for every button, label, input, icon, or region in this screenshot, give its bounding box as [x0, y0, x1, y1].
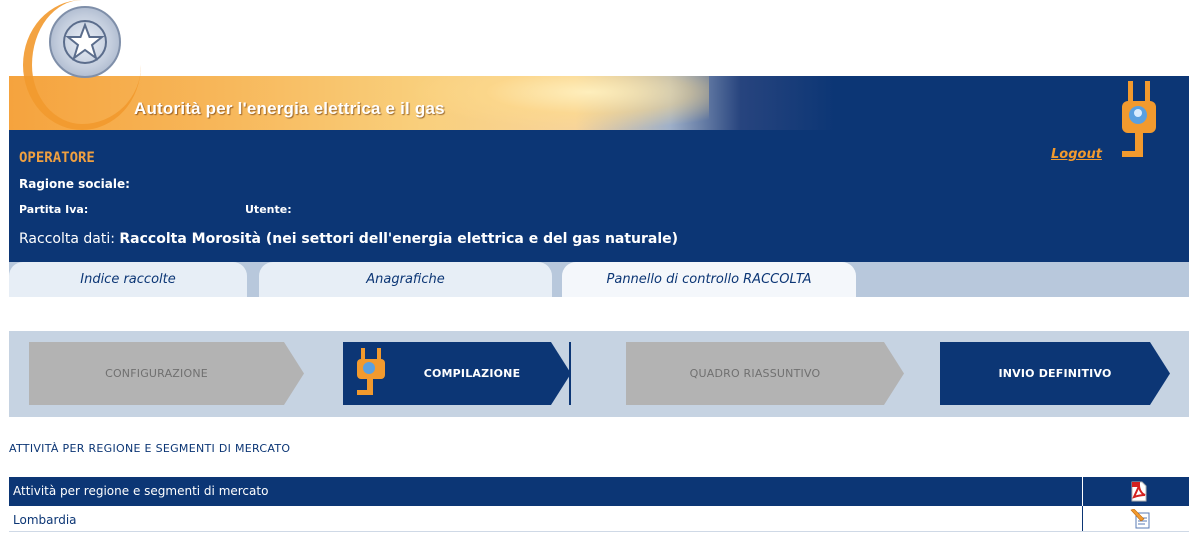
region-name[interactable]: Lombardia	[9, 506, 1083, 531]
step-label: COMPILAZIONE	[423, 367, 521, 380]
pdf-icon[interactable]	[1130, 481, 1148, 502]
header-banner: Autorità per l'energia elettrica e il ga…	[9, 76, 1189, 130]
banner-glow	[409, 76, 709, 130]
regions-table: Attività per regione e segmenti di merca…	[9, 477, 1189, 532]
utente-label: Utente:	[245, 203, 292, 216]
logout-link[interactable]: Logout	[1051, 147, 1102, 162]
raccolta-dati: Raccolta dati: Raccolta Morosità (nei se…	[19, 231, 678, 247]
table-header-label: Attività per regione e segmenti di merca…	[9, 477, 1083, 506]
tab-anagrafiche[interactable]: Anagrafiche	[259, 262, 552, 297]
raccolta-label: Raccolta dati:	[19, 231, 115, 247]
step-label: CONFIGURAZIONE	[105, 367, 208, 380]
ragione-sociale-label: Ragione sociale:	[19, 177, 130, 191]
step-compilazione[interactable]: COMPILAZIONE	[343, 342, 571, 405]
step-invio-definitivo[interactable]: INVIO DEFINITIVO	[940, 342, 1170, 405]
table-header: Attività per regione e segmenti di merca…	[9, 477, 1189, 506]
section-title: ATTIVITÀ PER REGIONE E SEGMENTI DI MERCA…	[9, 442, 291, 455]
step-configurazione[interactable]: CONFIGURAZIONE	[29, 342, 304, 405]
main-tabs: Indice raccolte Anagrafiche Pannello di …	[9, 262, 1189, 297]
tab-pannello-controllo[interactable]: Pannello di controllo RACCOLTA	[562, 262, 856, 297]
step-label: QUADRO RIASSUNTIVO	[689, 367, 821, 380]
tab-label: Anagrafiche	[366, 272, 445, 287]
row-actions	[1083, 506, 1189, 531]
republic-emblem-icon	[49, 6, 121, 78]
site-header: Autorità per l'energia elettrica e il ga…	[9, 0, 1189, 130]
edit-icon[interactable]	[1130, 509, 1152, 529]
workflow-steps: CONFIGURAZIONE COMPILAZIONE QUADRO RIASS…	[9, 331, 1189, 417]
authority-name: Autorità per l'energia elettrica e il ga…	[134, 99, 445, 118]
gas-tap-icon	[1122, 81, 1156, 157]
tab-indice-raccolte[interactable]: Indice raccolte	[9, 262, 247, 297]
partita-iva-label: Partita Iva:	[19, 203, 89, 216]
step-quadro-riassuntivo[interactable]: QUADRO RIASSUNTIVO	[626, 342, 904, 405]
table-header-actions	[1083, 477, 1189, 506]
step-divider	[569, 342, 571, 405]
step-label: INVIO DEFINITIVO	[998, 367, 1112, 380]
tab-label: Indice raccolte	[80, 272, 176, 287]
table-row[interactable]: Lombardia	[9, 506, 1189, 532]
operator-title: OPERATORE	[19, 150, 95, 166]
tab-label: Pannello di controllo RACCOLTA	[606, 272, 812, 287]
operator-panel: OPERATORE Ragione sociale: Partita Iva: …	[9, 130, 1189, 262]
raccolta-value: Raccolta Morosità (nei settori dell'ener…	[119, 231, 679, 247]
